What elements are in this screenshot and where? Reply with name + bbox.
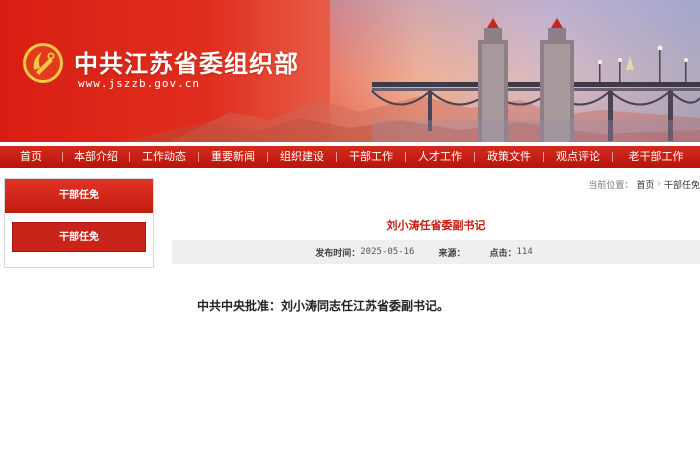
sidebar-item-cadre-appointments[interactable]: 干部任免: [12, 222, 146, 252]
breadcrumb: 当前位置： 首页 › 干部任免: [588, 178, 700, 191]
breadcrumb-prefix: 当前位置：: [588, 180, 634, 191]
source-label: 来源：: [438, 248, 466, 259]
nav-item-important-news[interactable]: 重要新闻: [199, 146, 267, 168]
site-title: 中共江苏省委组织部: [74, 50, 299, 78]
article-title: 刘小涛任省委副书记: [386, 219, 486, 232]
nav-item-opinion[interactable]: 观点评论: [544, 146, 612, 168]
nav-item-policy-docs[interactable]: 政策文件: [475, 146, 543, 168]
nav-item-work-news[interactable]: 工作动态: [130, 146, 198, 168]
article-body: 中共中央批准：刘小涛同志任江苏省委副书记。: [197, 297, 677, 314]
article-body-text: 刘小涛同志任江苏省委副书记。: [281, 299, 450, 313]
clicks-label: 点击：: [489, 248, 517, 259]
nav-item-home[interactable]: 首页: [0, 146, 62, 168]
sidebar-heading: 干部任免: [5, 179, 153, 213]
nav-item-org-building[interactable]: 组织建设: [268, 146, 336, 168]
chevron-right-icon: ›: [657, 179, 661, 189]
article-body-lead: 中共中央批准：: [197, 299, 282, 313]
site-banner: 中共江苏省委组织部 www.jszzb.gov.cn: [0, 0, 700, 142]
nav-item-about[interactable]: 本部介绍: [63, 146, 129, 168]
publish-date: 2025-05-16: [360, 247, 415, 257]
nav-item-cadre-work[interactable]: 干部工作: [337, 146, 405, 168]
site-url: www.jszzb.gov.cn: [78, 77, 200, 90]
article-meta-bar: 发布时间： 2025-05-16 来源： 点击： 114: [172, 240, 700, 264]
publish-date-label: 发布时间：: [315, 248, 361, 259]
nav-item-talent-work[interactable]: 人才工作: [406, 146, 474, 168]
sidebar: 干部任免 干部任免: [4, 178, 154, 268]
breadcrumb-current-link[interactable]: 干部任免: [664, 178, 700, 191]
main-nav: 首页 本部介绍 工作动态 重要新闻 组织建设 干部工作 人才工作 政策文件 观点…: [0, 146, 700, 168]
party-emblem-icon: [23, 43, 63, 83]
breadcrumb-home-link[interactable]: 首页: [636, 178, 654, 191]
nav-item-retired-cadres[interactable]: 老干部工作: [613, 146, 699, 168]
clicks-count: 114: [516, 247, 533, 257]
